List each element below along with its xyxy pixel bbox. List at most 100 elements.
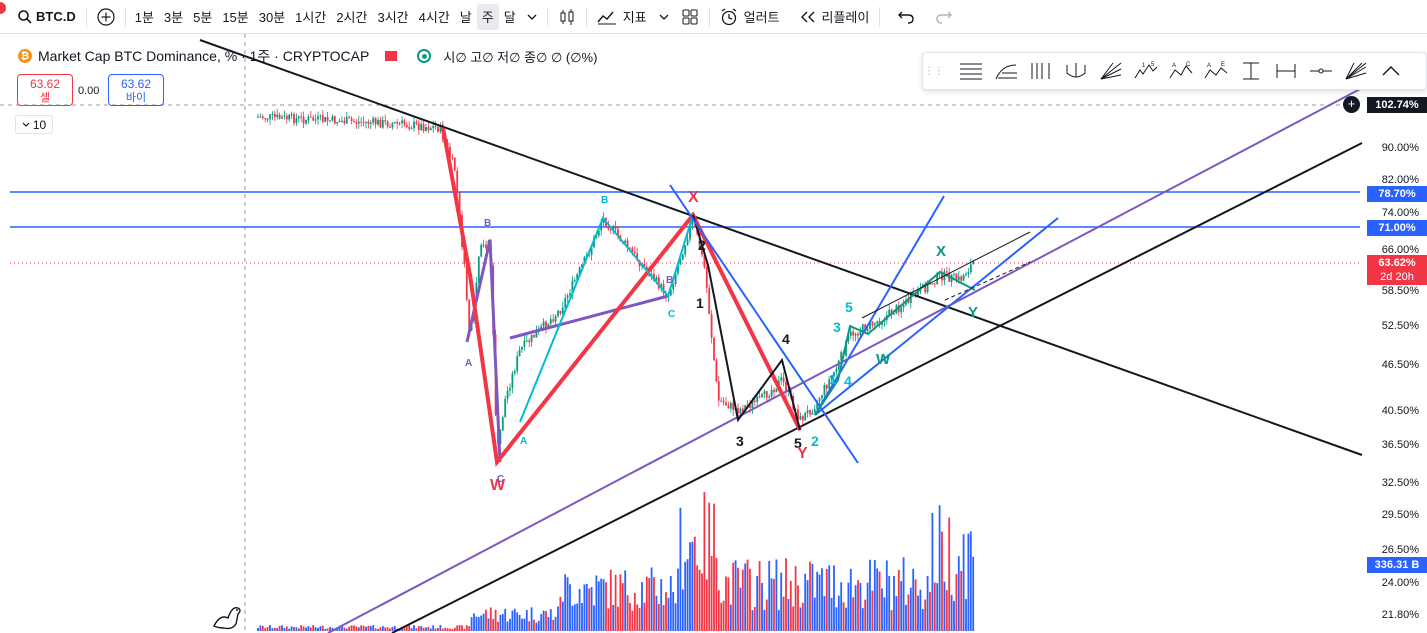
sell-button[interactable]: 63.62 셀 bbox=[17, 74, 73, 106]
buy-button[interactable]: 63.62 바이 bbox=[108, 74, 164, 106]
interval-5m[interactable]: 5분 bbox=[188, 0, 217, 34]
volume-bar bbox=[540, 614, 543, 631]
volume-bar bbox=[710, 556, 713, 631]
candle-body bbox=[417, 123, 420, 131]
redo-button[interactable] bbox=[930, 0, 958, 34]
volume-bar bbox=[732, 562, 735, 631]
chevron-tool[interactable] bbox=[1373, 56, 1408, 86]
interval-3m[interactable]: 3분 bbox=[159, 0, 188, 34]
candle-body bbox=[413, 121, 415, 129]
candle-body bbox=[763, 391, 766, 394]
volume-bar bbox=[585, 583, 588, 631]
drag-handle-icon[interactable]: ⋮⋮ bbox=[924, 62, 944, 80]
indicator-collapse-button[interactable]: 10 bbox=[15, 115, 53, 134]
symbol-label: BTC.D bbox=[36, 9, 76, 24]
alert-button[interactable]: 얼러트 bbox=[714, 0, 786, 34]
chart-type-button[interactable] bbox=[552, 0, 582, 34]
candle-body bbox=[266, 118, 269, 120]
chevron-down-icon bbox=[527, 14, 537, 20]
volume-bar bbox=[487, 618, 490, 631]
volume-bar bbox=[497, 621, 499, 631]
replay-button[interactable]: 리플레이 bbox=[794, 0, 876, 34]
volume-bar bbox=[261, 625, 264, 631]
candle-body bbox=[525, 340, 528, 342]
interval-3h[interactable]: 3시간 bbox=[372, 0, 413, 34]
candle-body bbox=[533, 334, 535, 338]
candle-body bbox=[360, 121, 363, 123]
search-icon bbox=[18, 9, 32, 24]
symbol-search[interactable]: BTC.D bbox=[0, 0, 82, 34]
fib-retracement-tool[interactable] bbox=[953, 56, 988, 86]
candle-body bbox=[821, 395, 823, 399]
interval-month[interactable]: 달 bbox=[499, 0, 521, 34]
candle-body bbox=[753, 400, 756, 402]
volume-bar bbox=[420, 626, 423, 631]
drawing-toolbar: ⋮⋮ 15 AC AE bbox=[922, 52, 1427, 90]
chart-canvas[interactable]: W A B C A B C B X 1 2 3 4 5 Y 1 2 3 4 5 … bbox=[0, 34, 1427, 633]
wave-label: X bbox=[936, 243, 946, 260]
interval-30m[interactable]: 30분 bbox=[254, 0, 290, 34]
pitchfork-tool[interactable] bbox=[1058, 56, 1093, 86]
volume-bar bbox=[317, 627, 319, 631]
candle-body bbox=[554, 316, 557, 322]
candle-body bbox=[521, 346, 523, 350]
volume-bar bbox=[948, 517, 951, 631]
volume-bar bbox=[547, 617, 550, 631]
wave-label: 1 bbox=[696, 295, 704, 311]
fib-extension-tool[interactable] bbox=[988, 56, 1023, 86]
volume-bar bbox=[756, 576, 759, 631]
undo-button[interactable] bbox=[892, 0, 920, 34]
elliott-impulse-tool[interactable]: 15 bbox=[1128, 56, 1163, 86]
volume-bar bbox=[655, 595, 658, 631]
candle-body bbox=[681, 254, 684, 260]
volume-bar bbox=[326, 628, 329, 631]
elliott-correction-tool[interactable]: AC bbox=[1163, 56, 1198, 86]
candle-body bbox=[377, 119, 379, 125]
volume-bar bbox=[770, 578, 773, 631]
interval-15m[interactable]: 15분 bbox=[217, 0, 253, 34]
candle-body bbox=[389, 126, 391, 128]
interval-week[interactable]: 주 bbox=[476, 3, 499, 30]
gann-fan-tool[interactable] bbox=[1338, 56, 1373, 86]
candle-body bbox=[720, 400, 723, 402]
candle-body bbox=[434, 126, 437, 128]
indicators-dropdown[interactable] bbox=[653, 0, 675, 34]
volume-bar bbox=[729, 604, 732, 631]
price-range-tool[interactable] bbox=[1233, 56, 1268, 86]
volume-bar bbox=[852, 597, 855, 631]
interval-dropdown[interactable] bbox=[521, 0, 543, 34]
flag-icon[interactable] bbox=[385, 51, 398, 61]
volume-bar bbox=[489, 607, 492, 631]
elliott-triangle-tool[interactable]: AE bbox=[1198, 56, 1233, 86]
add-alert-plus-icon[interactable]: + bbox=[1343, 96, 1360, 113]
legend-title[interactable]: Market Cap BTC Dominance, % · 1주 · CRYPT… bbox=[38, 46, 369, 66]
volume-bar bbox=[595, 575, 598, 631]
date-range-tool[interactable] bbox=[1268, 56, 1303, 86]
volume-bar bbox=[477, 617, 480, 631]
fib-fan-tool[interactable] bbox=[1093, 56, 1128, 86]
svg-text:C: C bbox=[1186, 62, 1191, 68]
layout-button[interactable] bbox=[675, 0, 705, 34]
volume-bar bbox=[809, 561, 811, 631]
candle-body bbox=[422, 123, 425, 131]
interval-day[interactable]: 날 bbox=[455, 0, 477, 34]
compare-button[interactable] bbox=[91, 0, 121, 34]
volume-bar bbox=[643, 602, 646, 631]
volume-bar bbox=[765, 599, 768, 631]
fib-timezone-tool[interactable] bbox=[1023, 56, 1058, 86]
horizontal-ray-tool[interactable] bbox=[1303, 56, 1338, 86]
interval-1h[interactable]: 1시간 bbox=[290, 0, 331, 34]
volume-bar bbox=[374, 628, 377, 631]
candle-body bbox=[288, 114, 291, 120]
volume-bar bbox=[295, 627, 298, 631]
volume-bar bbox=[583, 584, 586, 631]
interval-4h[interactable]: 4시간 bbox=[414, 0, 455, 34]
interval-2h[interactable]: 2시간 bbox=[331, 0, 372, 34]
candle-body bbox=[713, 337, 715, 361]
volume-bar bbox=[305, 627, 307, 631]
alert-label: 얼러트 bbox=[743, 10, 780, 25]
candle-body bbox=[336, 122, 339, 124]
indicators-button[interactable]: 지표 bbox=[591, 0, 653, 34]
volume-bar bbox=[830, 597, 833, 631]
interval-1m[interactable]: 1분 bbox=[130, 0, 159, 34]
